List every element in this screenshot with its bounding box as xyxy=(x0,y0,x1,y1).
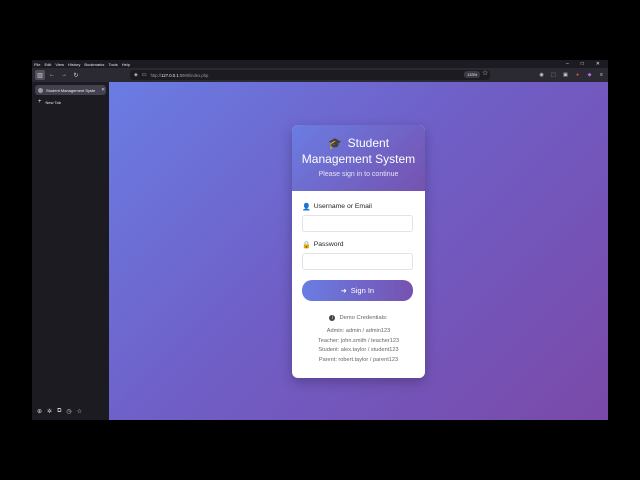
user-icon: 👤 xyxy=(302,203,311,211)
login-form: 👤 Username or Email 🔒 Password ➜ Sign In… xyxy=(292,191,425,365)
credential-student: Student: alex.taylor / student123 xyxy=(318,347,399,353)
menu-bookmarks[interactable]: Bookmarks xyxy=(84,62,104,67)
tab-student-management[interactable]: Student Management Syste ✕ xyxy=(35,85,106,95)
browser-window: File Edit View History Bookmarks Tools H… xyxy=(32,60,608,420)
page-icon[interactable]: ▭ xyxy=(142,72,147,78)
globe-icon xyxy=(38,87,43,93)
username-input[interactable] xyxy=(302,215,413,232)
lock-icon: 🔒 xyxy=(302,241,311,249)
url-text[interactable]: http://127.0.0.1:8080/index.php xyxy=(151,73,209,78)
credential-admin: Admin: admin / admin123 xyxy=(326,328,391,334)
password-label: 🔒 Password xyxy=(302,241,344,249)
menu-edit[interactable]: Edit xyxy=(44,62,51,67)
demo-title: i Demo Credentials: xyxy=(302,315,415,321)
tab-close-icon[interactable]: ✕ xyxy=(101,87,105,93)
menu-icon[interactable]: ≡ xyxy=(597,71,606,80)
maximize-icon[interactable]: □ xyxy=(581,61,584,67)
history-icon[interactable]: ◷ xyxy=(66,408,71,415)
credentials-list: Admin: admin / admin123 Teacher: john.sm… xyxy=(302,327,415,365)
menu-file[interactable]: File xyxy=(34,62,40,67)
sidebar-tools: ⊕ ✲ ⧉ ◷ ☆ xyxy=(37,408,82,415)
record-icon[interactable]: ● xyxy=(573,71,582,80)
shield-icon[interactable]: ◈ xyxy=(134,72,138,78)
credential-parent: Parent: robert.taylor / parent123 xyxy=(318,356,399,363)
credential-teacher: Teacher: john.smith / teacher123 xyxy=(317,337,400,344)
menu-help[interactable]: Help xyxy=(122,62,130,67)
screenshot-icon[interactable]: ▣ xyxy=(561,71,570,80)
menu-view[interactable]: View xyxy=(55,62,64,67)
login-card: 🎓 Student Management System Please sign i… xyxy=(292,125,425,378)
new-tab-button[interactable]: + New Tab xyxy=(38,99,61,105)
puzzle-icon[interactable]: ✲ xyxy=(47,408,52,415)
zoom-level-badge[interactable]: 133% xyxy=(464,71,481,78)
toolbar-icons: ◉ ⬚ ▣ ● ◆ ≡ xyxy=(537,70,606,80)
info-circle-icon: i xyxy=(329,315,336,321)
ai-chat-icon[interactable]: ⊕ xyxy=(37,408,42,415)
navigation-bar: ▥ ← → ↻ ◈ ▭ http://127.0.0.1:8080/index.… xyxy=(32,68,608,82)
login-subtitle: Please sign in to continue xyxy=(318,171,399,178)
extension-icon[interactable]: ◆ xyxy=(585,71,594,80)
menu-tools[interactable]: Tools xyxy=(108,62,117,67)
login-header: 🎓 Student Management System Please sign i… xyxy=(292,125,425,191)
plus-icon: + xyxy=(38,99,42,105)
graduation-cap-icon: 🎓 xyxy=(327,138,342,150)
url-bar[interactable]: ◈ ▭ http://127.0.0.1:8080/index.php xyxy=(130,70,490,80)
forward-icon[interactable]: → xyxy=(59,70,69,80)
new-tab-label: New Tab xyxy=(45,99,62,105)
tab-title: Student Management Syste xyxy=(46,87,96,93)
sign-in-button[interactable]: ➜ Sign In xyxy=(302,280,413,301)
minimize-icon[interactable]: – xyxy=(566,61,569,67)
password-input[interactable] xyxy=(302,253,413,270)
back-icon[interactable]: ← xyxy=(47,70,57,80)
page-content: 🎓 Student Management System Please sign i… xyxy=(109,82,608,420)
demo-credentials: i Demo Credentials: Admin: admin / admin… xyxy=(302,315,415,365)
menu-bar: File Edit View History Bookmarks Tools H… xyxy=(32,60,608,68)
synced-tabs-icon[interactable]: ⧉ xyxy=(57,408,61,415)
sidebar-toggle-icon[interactable]: ▥ xyxy=(35,70,45,80)
username-label: 👤 Username or Email xyxy=(302,203,372,211)
bookmarks-icon[interactable]: ☆ xyxy=(77,408,82,415)
reload-icon[interactable]: ↻ xyxy=(71,70,81,80)
tab-sidebar: Student Management Syste ✕ + New Tab ⊕ ✲… xyxy=(32,82,109,420)
bookmark-star-icon[interactable]: ☆ xyxy=(482,69,488,77)
sign-in-icon: ➜ xyxy=(340,287,347,295)
window-controls: – □ ✕ xyxy=(566,60,604,68)
menu-history[interactable]: History xyxy=(68,62,80,67)
close-icon[interactable]: ✕ xyxy=(596,61,600,67)
page-title: 🎓 Student Management System xyxy=(301,136,416,166)
account-icon[interactable]: ◉ xyxy=(537,71,546,80)
extensions-icon[interactable]: ⬚ xyxy=(549,71,558,80)
